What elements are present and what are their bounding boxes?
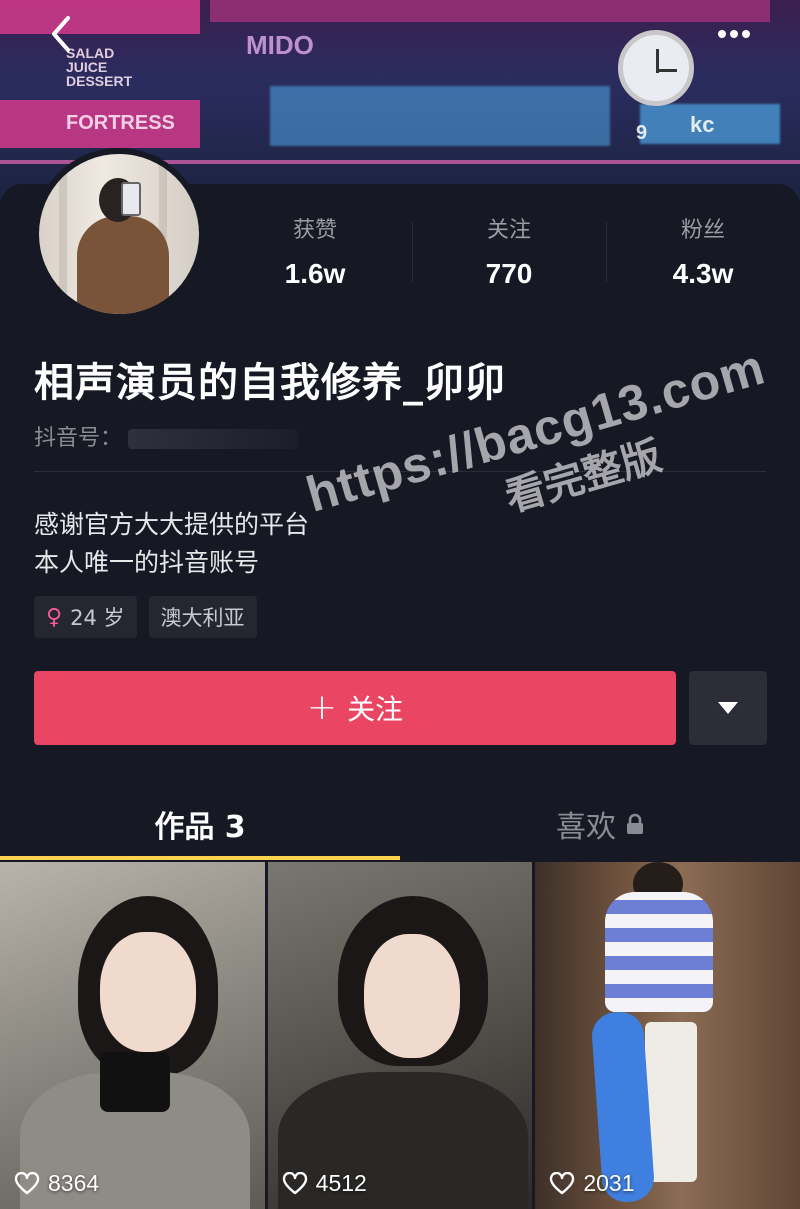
cover-clock: [618, 30, 694, 106]
profile-tags: ♀ 24 岁 澳大利亚: [34, 596, 257, 638]
stat-label: 关注: [486, 218, 531, 243]
lock-icon: [627, 813, 643, 834]
cover-neon-block: [210, 0, 770, 22]
profile-tabs: 作品 3 喜欢: [0, 786, 800, 862]
like-count: 2031: [549, 1170, 635, 1197]
like-count-value: 8364: [48, 1170, 100, 1196]
stat-value: 1.6w: [284, 258, 346, 289]
douyin-id-label: 抖音号：: [34, 426, 123, 451]
recommend-dropdown-button[interactable]: [689, 671, 767, 745]
tab-active-indicator: [0, 856, 400, 860]
bio-line: 本人唯一的抖音账号: [34, 548, 260, 577]
tag-label: 24 岁: [70, 606, 125, 630]
douyin-id-value-redacted: [128, 429, 299, 449]
divider: [34, 471, 766, 472]
tag-age: ♀ 24 岁: [34, 596, 137, 638]
stat-value: 770: [485, 258, 533, 289]
cover-neon-block: [0, 0, 200, 34]
like-count: 8364: [14, 1170, 99, 1197]
female-icon: ♀: [46, 604, 63, 630]
video-thumbnail[interactable]: 4512: [267, 862, 533, 1209]
stat-label: 获赞: [292, 218, 337, 243]
stat-label: 粉丝: [680, 218, 725, 243]
works-grid: 8364 4512 2031: [0, 862, 800, 1209]
video-thumbnail[interactable]: 2031: [535, 862, 800, 1209]
heart-icon: [14, 1171, 40, 1194]
avatar-image: [39, 154, 199, 314]
profile-bio: 感谢官方大大提供的平台 本人唯一的抖音账号: [34, 506, 309, 582]
profile-nickname: 相声演员的自我修养_卯卯: [34, 360, 506, 406]
like-count-value: 4512: [315, 1170, 367, 1196]
like-count-value: 2031: [583, 1170, 635, 1196]
cover-sign: kc: [690, 112, 715, 137]
more-dots-icon: [718, 30, 750, 38]
heart-icon: [282, 1171, 307, 1194]
bio-line: 感谢官方大大提供的平台: [34, 510, 310, 539]
tab-works[interactable]: 作品 3: [0, 786, 400, 862]
heart-icon: [550, 1171, 575, 1194]
stat-following[interactable]: 关注 770: [412, 208, 606, 298]
tab-label: 作品 3: [154, 810, 246, 845]
back-button[interactable]: [44, 12, 84, 56]
chevron-left-icon: [52, 16, 70, 52]
video-thumbnail[interactable]: 8364: [0, 862, 265, 1209]
cover-sign: MIDO: [246, 30, 314, 60]
tag-location: 澳大利亚: [148, 596, 257, 638]
plus-icon: +: [306, 687, 338, 728]
cover-sign: 9: [636, 122, 648, 144]
caret-down-icon: [718, 702, 738, 714]
follow-button-label: 关注: [347, 693, 404, 726]
douyin-id: 抖音号：: [34, 420, 299, 452]
follow-button[interactable]: + 关注: [34, 671, 676, 745]
tab-likes[interactable]: 喜欢: [400, 786, 800, 862]
tag-label: 澳大利亚: [160, 606, 245, 630]
tab-label: 喜欢: [556, 810, 616, 845]
stat-likes[interactable]: 获赞 1.6w: [218, 208, 412, 298]
more-options-button[interactable]: [708, 16, 760, 52]
like-count: 4512: [282, 1170, 367, 1197]
cover-sign: FORTRESS: [66, 112, 175, 134]
profile-stats: 获赞 1.6w 关注 770 粉丝 4.3w: [218, 208, 800, 298]
avatar[interactable]: [33, 148, 205, 320]
stat-followers[interactable]: 粉丝 4.3w: [606, 208, 800, 298]
cover-tram-window: [270, 86, 610, 146]
stat-value: 4.3w: [672, 258, 734, 289]
